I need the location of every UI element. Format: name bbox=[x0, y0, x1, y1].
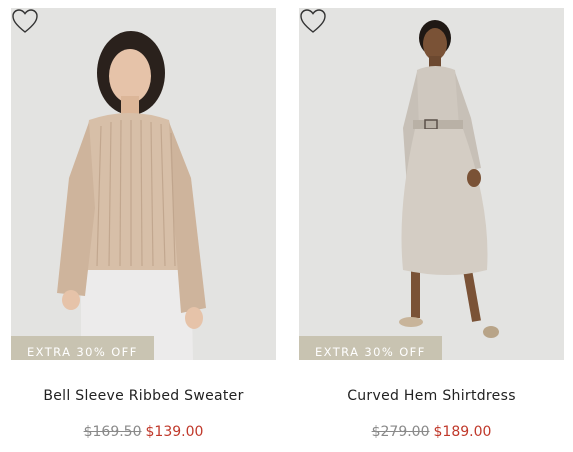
product-price: $169.50 $139.00 bbox=[11, 424, 276, 440]
product-image[interactable]: EXTRA 30% OFF bbox=[11, 8, 276, 360]
shirtdress-model-illustration bbox=[299, 8, 564, 360]
product-card[interactable]: EXTRA 30% OFF Curved Hem Shirtdress $279… bbox=[299, 0, 564, 452]
sale-price: $189.00 bbox=[433, 424, 492, 440]
original-price: $169.50 bbox=[83, 424, 142, 440]
discount-badge: EXTRA 30% OFF bbox=[299, 336, 442, 360]
product-image[interactable]: EXTRA 30% OFF bbox=[299, 8, 564, 360]
sweater-model-illustration bbox=[11, 8, 276, 360]
discount-badge: EXTRA 30% OFF bbox=[11, 336, 154, 360]
sale-price: $139.00 bbox=[145, 424, 204, 440]
heart-outline-icon[interactable] bbox=[299, 8, 327, 34]
product-card[interactable]: EXTRA 30% OFF Bell Sleeve Ribbed Sweater… bbox=[11, 0, 276, 452]
heart-outline-icon[interactable] bbox=[11, 8, 39, 34]
original-price: $279.00 bbox=[371, 424, 430, 440]
product-name[interactable]: Curved Hem Shirtdress bbox=[299, 388, 564, 404]
product-name[interactable]: Bell Sleeve Ribbed Sweater bbox=[11, 388, 276, 404]
product-price: $279.00 $189.00 bbox=[299, 424, 564, 440]
